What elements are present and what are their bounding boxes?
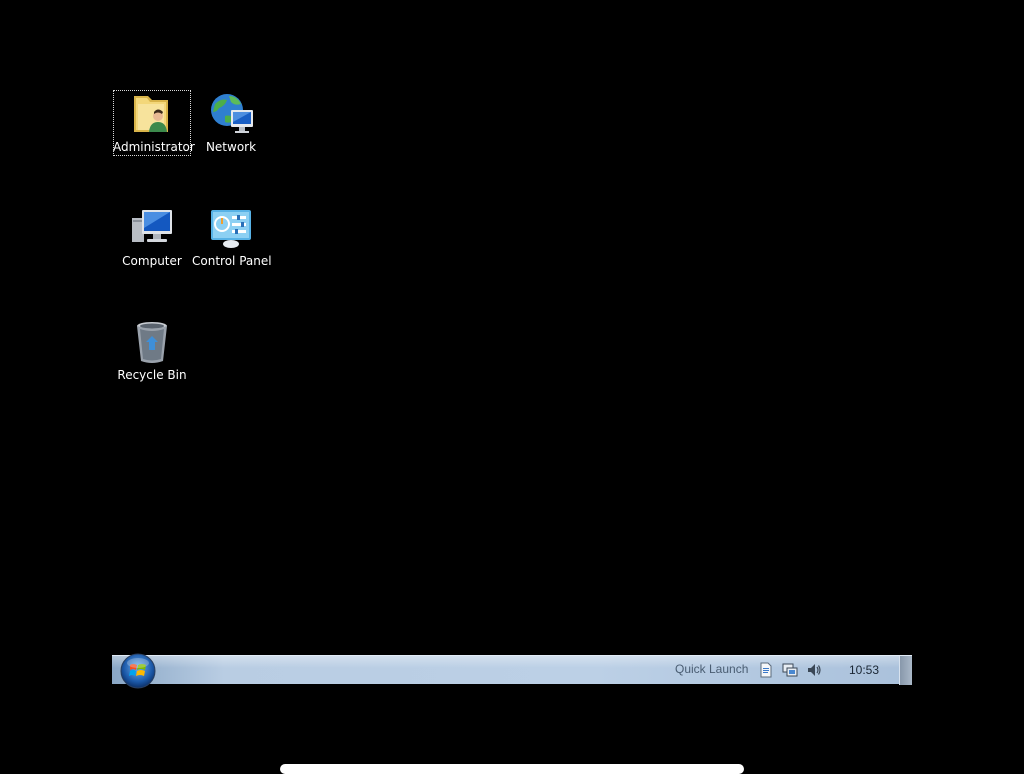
quick-launch-label[interactable]: Quick Launch [675,662,748,676]
desktop-icon-administrator[interactable]: Administrator [113,90,195,156]
control-panel-icon [207,204,255,252]
desktop-icon-label: Computer [122,254,182,268]
start-button[interactable] [120,653,156,689]
network-tray-icon[interactable] [782,662,798,678]
desktop-icon-network[interactable]: Network [192,90,270,156]
taskbar: Quick Launch 10:53 [112,653,912,689]
desktop-icon-recycle-bin[interactable]: Recycle Bin [113,318,191,384]
computer-icon [128,204,176,252]
desktop-icon-label: Recycle Bin [117,368,187,382]
window-edge [280,764,744,774]
system-clock[interactable]: 10:53 [849,663,879,677]
desktop-icon-label: Control Panel [192,254,272,268]
desktop-icon-computer[interactable]: Computer [113,204,191,270]
desktop-icon-label: Administrator [113,140,195,154]
document-icon[interactable] [758,662,774,678]
user-folder-icon [128,90,176,138]
desktop-icon-label: Network [205,140,257,154]
recycle-bin-icon [128,318,176,366]
desktop[interactable]: Administrator Network Computer Control P… [0,0,1024,774]
network-icon [207,90,255,138]
volume-icon[interactable] [806,662,822,678]
desktop-icon-control-panel[interactable]: Control Panel [192,204,272,270]
show-desktop-button[interactable] [899,656,912,685]
windows-start-orb-icon [120,653,156,689]
